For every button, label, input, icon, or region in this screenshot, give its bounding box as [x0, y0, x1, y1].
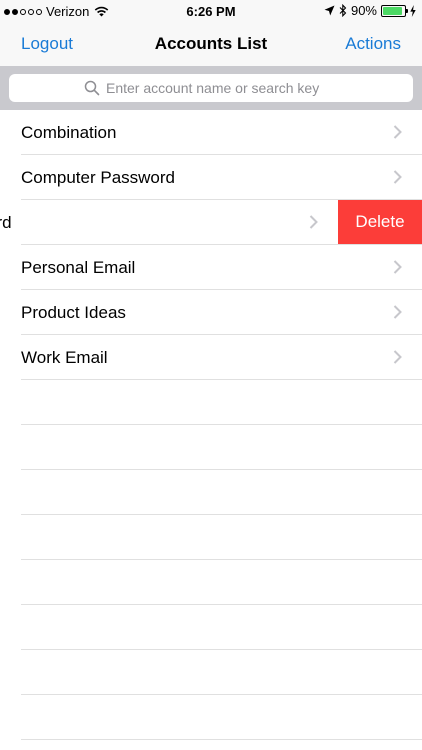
accounts-list: Combination Computer Password Delete Pas…: [0, 110, 422, 740]
empty-row: [0, 650, 422, 695]
chevron-right-icon: [393, 260, 402, 274]
battery-icon: [381, 4, 408, 17]
bluetooth-icon: [339, 4, 347, 17]
list-item-content[interactable]: Personal Email: [0, 245, 422, 289]
status-bar: Verizon 6:26 PM 90%: [0, 0, 422, 22]
chevron-right-icon: [393, 305, 402, 319]
empty-row: [0, 425, 422, 470]
list-item[interactable]: Personal Email: [0, 245, 422, 290]
empty-row: [0, 695, 422, 740]
empty-row: [0, 380, 422, 425]
empty-row: [0, 605, 422, 650]
location-arrow-icon: [324, 5, 335, 16]
list-item-content[interactable]: Password: [0, 200, 338, 244]
empty-row: [0, 560, 422, 605]
list-item-label: Product Ideas: [21, 303, 126, 322]
search-field[interactable]: [9, 74, 413, 102]
search-icon: [84, 80, 100, 96]
list-item-label: Computer Password: [21, 168, 176, 187]
list-item-label: Work Email: [21, 348, 108, 367]
charging-bolt-icon: [410, 4, 416, 17]
search-input[interactable]: [106, 80, 338, 96]
list-item[interactable]: Work Email: [0, 335, 422, 380]
chevron-right-icon: [393, 125, 402, 139]
battery-tip: [406, 8, 408, 13]
list-item-label: Password: [0, 213, 12, 232]
chevron-right-icon: [393, 170, 402, 184]
navigation-bar: Logout Accounts List Actions: [0, 22, 422, 66]
list-item-content[interactable]: Computer Password: [0, 155, 422, 199]
list-item-label: Personal Email: [21, 258, 136, 277]
empty-row: [0, 470, 422, 515]
chevron-right-icon: [309, 215, 318, 229]
list-item[interactable]: Computer Password: [0, 155, 422, 200]
list-item-label: Combination: [21, 123, 117, 142]
list-item[interactable]: Product Ideas: [0, 290, 422, 335]
row-divider: [21, 739, 422, 740]
delete-button[interactable]: Delete: [338, 200, 422, 244]
list-item-content[interactable]: Combination: [0, 110, 422, 154]
battery-fill: [383, 6, 402, 15]
status-right: 90%: [324, 3, 416, 18]
chevron-right-icon: [393, 350, 402, 364]
actions-button[interactable]: Actions: [345, 34, 401, 54]
list-item-content[interactable]: Work Email: [0, 335, 422, 379]
battery-percent: 90%: [350, 3, 377, 18]
empty-row: [0, 515, 422, 560]
list-item-swiped[interactable]: Delete Password: [0, 200, 422, 245]
list-item[interactable]: Combination: [0, 110, 422, 155]
list-item-content[interactable]: Product Ideas: [0, 290, 422, 334]
search-bar: [0, 66, 422, 110]
